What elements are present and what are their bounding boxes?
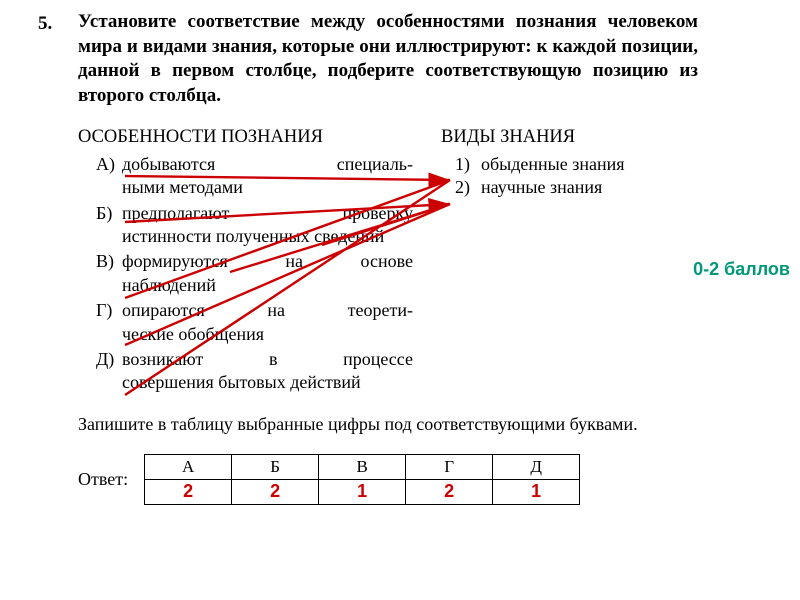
answer-header-a: А bbox=[145, 455, 232, 480]
option-letter: Б) bbox=[78, 202, 122, 249]
left-options: А) добываются специаль- ными методами Б)… bbox=[78, 153, 413, 395]
answer-header-b: Б bbox=[232, 455, 319, 480]
instruction-2: Запишите в таблицу выбранные цифры под с… bbox=[78, 413, 718, 436]
answer-value-b: 2 bbox=[232, 480, 319, 505]
option-line2: наблюдений bbox=[122, 274, 413, 297]
option-line1: добываются специаль- bbox=[122, 153, 413, 176]
option-letter: Д) bbox=[78, 348, 122, 395]
answer-area: Ответ: А Б В Г Д 2 2 1 2 1 bbox=[78, 454, 782, 505]
right-options: 1) обыденные знания 2) научные знания bbox=[441, 153, 681, 200]
answer-header-v: В bbox=[319, 455, 406, 480]
right-text: научные знания bbox=[481, 176, 602, 199]
right-text: обыденные знания bbox=[481, 153, 625, 176]
left-option-g: Г) опираются на теорети- ческие обобщени… bbox=[78, 299, 413, 346]
answer-label: Ответ: bbox=[78, 468, 128, 491]
left-option-a: А) добываются специаль- ными методами bbox=[78, 153, 413, 200]
table-row: А Б В Г Д bbox=[145, 455, 580, 480]
answer-header-d: Д bbox=[493, 455, 580, 480]
option-text: опираются на теорети- ческие обобщения bbox=[122, 299, 413, 346]
exercise-page: 5. Установите соответствие между особенн… bbox=[0, 0, 800, 600]
columns-wrap: ОСОБЕННОСТИ ПОЗНАНИЯ А) добываются специ… bbox=[78, 125, 782, 397]
right-column: ВИДЫ ЗНАНИЯ 1) обыденные знания 2) научн… bbox=[441, 125, 681, 397]
right-num: 1) bbox=[441, 153, 481, 176]
question-number: 5. bbox=[38, 12, 52, 37]
right-option-2: 2) научные знания bbox=[441, 176, 681, 199]
option-letter: В) bbox=[78, 250, 122, 297]
left-option-d: Д) возникают в процессе совершения бытов… bbox=[78, 348, 413, 395]
answer-value-d: 1 bbox=[493, 480, 580, 505]
left-option-b: Б) предполагают проверку истинности полу… bbox=[78, 202, 413, 249]
option-text: возникают в процессе совершения бытовых … bbox=[122, 348, 413, 395]
option-line2: истинности полученных сведений bbox=[122, 225, 413, 248]
option-letter: Г) bbox=[78, 299, 122, 346]
option-line1: опираются на теорети- bbox=[122, 299, 413, 322]
answer-value-v: 1 bbox=[319, 480, 406, 505]
answer-value-g: 2 bbox=[406, 480, 493, 505]
right-heading: ВИДЫ ЗНАНИЯ bbox=[441, 125, 681, 149]
option-text: добываются специаль- ными методами bbox=[122, 153, 413, 200]
option-line1: возникают в процессе bbox=[122, 348, 413, 371]
option-line1: формируются на основе bbox=[122, 250, 413, 273]
answer-header-g: Г bbox=[406, 455, 493, 480]
option-line2: совершения бытовых действий bbox=[122, 371, 413, 394]
option-text: формируются на основе наблюдений bbox=[122, 250, 413, 297]
option-line2: ческие обобщения bbox=[122, 323, 413, 346]
left-column: ОСОБЕННОСТИ ПОЗНАНИЯ А) добываются специ… bbox=[78, 125, 413, 397]
option-line1: предполагают проверку bbox=[122, 202, 413, 225]
answer-value-a: 2 bbox=[145, 480, 232, 505]
right-option-1: 1) обыденные знания bbox=[441, 153, 681, 176]
answer-table: А Б В Г Д 2 2 1 2 1 bbox=[144, 454, 580, 505]
option-line2: ными методами bbox=[122, 176, 413, 199]
question-prompt: Установите соответствие между особенност… bbox=[78, 10, 698, 109]
option-text: предполагают проверку истинности получен… bbox=[122, 202, 413, 249]
right-num: 2) bbox=[441, 176, 481, 199]
left-heading: ОСОБЕННОСТИ ПОЗНАНИЯ bbox=[78, 125, 413, 149]
table-row: 2 2 1 2 1 bbox=[145, 480, 580, 505]
option-letter: А) bbox=[78, 153, 122, 200]
left-option-v: В) формируются на основе наблюдений bbox=[78, 250, 413, 297]
score-label: 0-2 баллов bbox=[693, 258, 790, 281]
